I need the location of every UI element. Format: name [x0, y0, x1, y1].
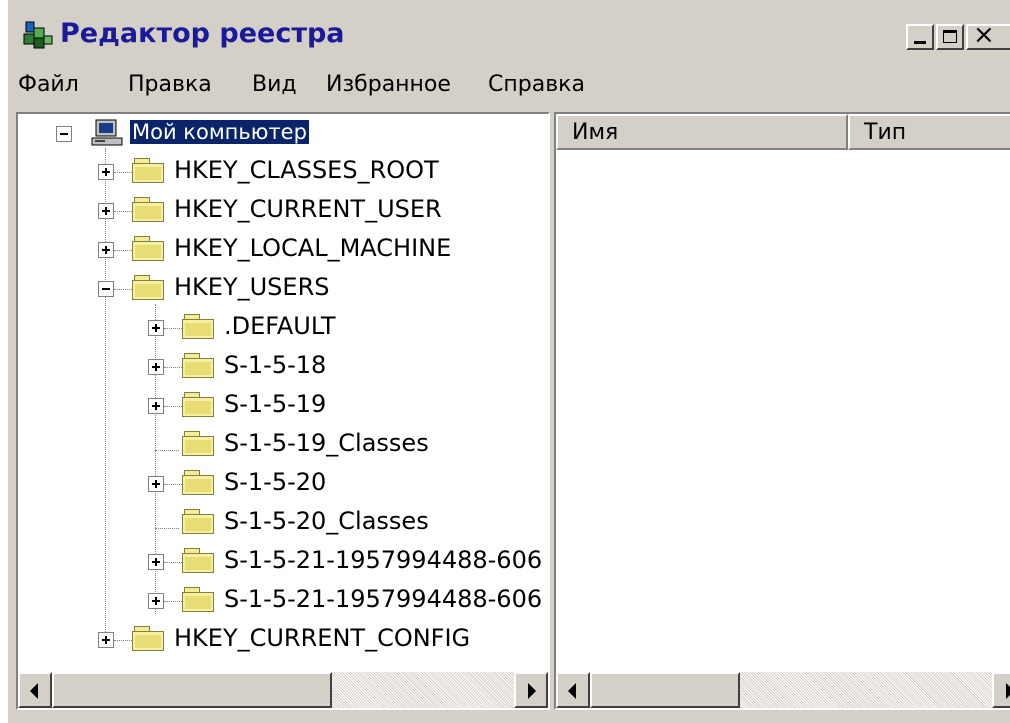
computer-icon	[91, 119, 123, 146]
tree-label: S-1-5-21-1957994488-606	[224, 585, 543, 613]
tree-item-hkey-current-user[interactable]: HKEY_CURRENT_USER	[18, 195, 548, 233]
expand-icon[interactable]	[98, 242, 114, 258]
minimize-button[interactable]	[906, 24, 934, 50]
menu-favorites[interactable]: Избранное	[326, 72, 451, 97]
registry-editor-window: Редактор реестра × Файл Правка Вид Избра…	[8, 0, 1010, 723]
tree-label: HKEY_CLASSES_ROOT	[174, 156, 439, 184]
maximize-button[interactable]	[936, 24, 964, 50]
tree-item-hkey-current-config[interactable]: HKEY_CURRENT_CONFIG	[18, 624, 548, 662]
tree-label: HKEY_CURRENT_CONFIG	[174, 624, 471, 652]
tree-item-hkey-local-machine[interactable]: HKEY_LOCAL_MACHINE	[18, 234, 548, 272]
tree-connector	[164, 367, 182, 368]
tree-item-hkey-users[interactable]: HKEY_USERS	[18, 273, 548, 311]
tree-connector	[114, 640, 132, 641]
arrow-right-icon	[1006, 683, 1010, 699]
tree-label: .DEFAULT	[224, 312, 336, 340]
expand-icon[interactable]	[148, 476, 164, 492]
arrow-right-icon	[528, 683, 536, 699]
folder-icon	[182, 509, 216, 535]
menu-edit[interactable]: Правка	[128, 72, 212, 97]
expand-icon[interactable]	[98, 164, 114, 180]
folder-icon	[182, 392, 216, 418]
menu-bar: Файл Правка Вид Избранное Справка	[8, 64, 1010, 108]
tree-item-s-1-5-18[interactable]: S-1-5-18	[18, 351, 548, 389]
tree-item-hkey-classes-root[interactable]: HKEY_CLASSES_ROOT	[18, 156, 548, 194]
folder-icon	[132, 158, 166, 184]
folder-icon	[132, 197, 166, 223]
scroll-left-button[interactable]	[18, 672, 52, 708]
column-header-name[interactable]: Имя	[556, 114, 848, 150]
folder-icon	[182, 353, 216, 379]
tree-label: S-1-5-21-1957994488-606	[224, 546, 543, 574]
menu-file[interactable]: Файл	[18, 72, 79, 97]
tree-connector	[164, 562, 182, 563]
registry-editor-icon	[23, 21, 53, 49]
expand-icon[interactable]	[98, 203, 114, 219]
expand-icon[interactable]	[148, 320, 164, 336]
scroll-left-button[interactable]	[556, 672, 590, 708]
folder-icon	[182, 470, 216, 496]
folder-icon	[132, 275, 166, 301]
tree-label: S-1-5-20_Classes	[224, 507, 429, 535]
folder-icon	[132, 626, 166, 652]
tree-item-s-1-5-20[interactable]: S-1-5-20	[18, 468, 548, 506]
expand-icon[interactable]	[148, 593, 164, 609]
folder-icon	[182, 587, 216, 613]
tree-connector	[114, 250, 132, 251]
tree-connector	[164, 601, 182, 602]
tree-item-s-1-5-21-b[interactable]: S-1-5-21-1957994488-606	[18, 585, 548, 623]
folder-icon	[132, 236, 166, 262]
menu-view[interactable]: Вид	[252, 72, 297, 97]
minimize-icon	[914, 41, 926, 44]
folder-icon	[182, 548, 216, 574]
window-title: Редактор реестра	[60, 18, 345, 49]
tree-label: S-1-5-18	[224, 351, 327, 379]
collapse-icon[interactable]	[56, 126, 72, 142]
scroll-right-button[interactable]	[514, 672, 548, 708]
menu-help[interactable]: Справка	[488, 72, 585, 97]
tree-connector	[114, 211, 132, 212]
scroll-right-button[interactable]	[992, 672, 1010, 708]
tree-label: HKEY_CURRENT_USER	[174, 195, 442, 223]
folder-icon	[182, 314, 216, 340]
tree-label: S-1-5-19_Classes	[224, 429, 429, 457]
title-bar[interactable]: Редактор реестра ×	[8, 4, 1010, 58]
tree-connector	[114, 172, 132, 173]
column-header-type[interactable]: Тип	[848, 114, 1010, 150]
maximize-icon	[943, 30, 957, 43]
tree-label: S-1-5-19	[224, 390, 327, 418]
expand-icon[interactable]	[148, 554, 164, 570]
tree-label: Мой компьютер	[129, 119, 310, 145]
tree-label: HKEY_USERS	[174, 273, 330, 301]
arrow-left-icon	[30, 683, 38, 699]
scroll-thumb[interactable]	[52, 672, 332, 708]
tree-item-s-1-5-21-a[interactable]: S-1-5-21-1957994488-606	[18, 546, 548, 584]
list-horizontal-scrollbar[interactable]	[556, 672, 1010, 708]
close-icon: ×	[973, 20, 995, 50]
tree-label: S-1-5-20	[224, 468, 327, 496]
tree-connector	[164, 484, 182, 485]
tree-label: HKEY_LOCAL_MACHINE	[174, 234, 452, 262]
tree-item-s-1-5-19[interactable]: S-1-5-19	[18, 390, 548, 428]
tree-connector	[164, 328, 182, 329]
collapse-icon[interactable]	[98, 281, 114, 297]
expand-icon[interactable]	[148, 398, 164, 414]
expand-icon[interactable]	[98, 632, 114, 648]
tree-item-my-computer[interactable]: Мой компьютер	[18, 118, 548, 156]
folder-icon	[182, 431, 216, 457]
tree-item-s-1-5-20-classes[interactable]: S-1-5-20_Classes	[18, 507, 548, 545]
key-tree-pane[interactable]: Мой компьютер HKEY_CLASSES_ROOT HKEY_CUR…	[16, 112, 550, 710]
scroll-thumb[interactable]	[590, 672, 740, 708]
list-header: Имя Тип	[556, 114, 1010, 150]
expand-icon[interactable]	[148, 359, 164, 375]
tree-item-default[interactable]: .DEFAULT	[18, 312, 548, 350]
close-button[interactable]: ×	[966, 20, 1010, 50]
values-list-pane[interactable]: Имя Тип	[554, 112, 1010, 710]
arrow-left-icon	[568, 683, 576, 699]
tree-connector	[114, 289, 132, 290]
tree-horizontal-scrollbar[interactable]	[18, 672, 548, 708]
tree-connector	[164, 406, 182, 407]
tree-item-s-1-5-19-classes[interactable]: S-1-5-19_Classes	[18, 429, 548, 467]
